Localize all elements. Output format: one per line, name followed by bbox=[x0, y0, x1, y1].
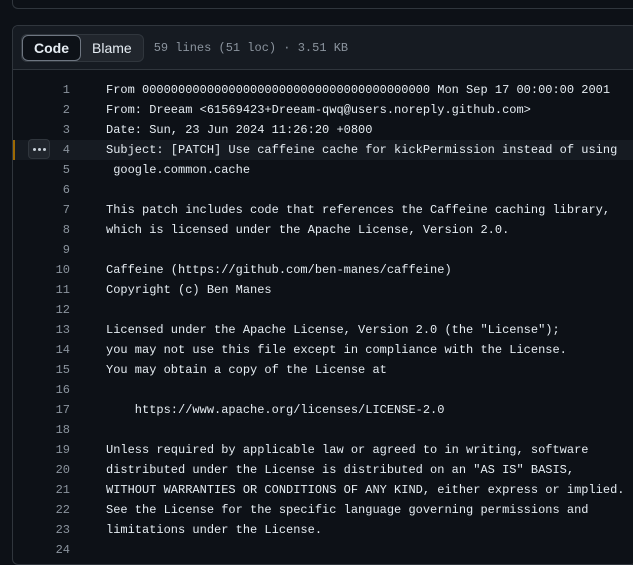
line-number[interactable]: 13 bbox=[13, 320, 70, 340]
line-content: Date: Sun, 23 Jun 2024 11:26:20 +0800 bbox=[106, 123, 373, 137]
line-number[interactable]: 2 bbox=[13, 100, 70, 120]
line-number[interactable]: 6 bbox=[13, 180, 70, 200]
line-content: which is licensed under the Apache Licen… bbox=[106, 223, 510, 237]
line-content: From: Dreeam <61569423+Dreeam-qwq@users.… bbox=[106, 103, 531, 117]
code-line: 13 Licensed under the Apache License, Ver… bbox=[13, 320, 633, 340]
kebab-horizontal-icon[interactable] bbox=[28, 139, 50, 159]
line-number[interactable]: 14 bbox=[13, 340, 70, 360]
line-number[interactable]: 12 bbox=[13, 300, 70, 320]
line-content: https://www.apache.org/licenses/LICENSE-… bbox=[106, 403, 445, 417]
code-line: 22 See the License for the specific langu… bbox=[13, 500, 633, 520]
line-number[interactable]: 3 bbox=[13, 120, 70, 140]
line-content: WITHOUT WARRANTIES OR CONDITIONS OF ANY … bbox=[106, 483, 625, 497]
line-number[interactable]: 10 bbox=[13, 260, 70, 280]
code-line: 8 which is licensed under the Apache Lice… bbox=[13, 220, 633, 240]
kebab-dot bbox=[37, 147, 41, 151]
code-line: 11 Copyright (c) Ben Manes bbox=[13, 280, 633, 300]
line-content: Licensed under the Apache License, Versi… bbox=[106, 323, 560, 337]
file-meta: 59 lines (51 loc) · 3.51 KB bbox=[153, 40, 349, 55]
line-content: You may obtain a copy of the License at bbox=[106, 363, 387, 377]
code-line: 3 Date: Sun, 23 Jun 2024 11:26:20 +0800 bbox=[13, 120, 633, 140]
code-line: 19 Unless required by applicable law or a… bbox=[13, 440, 633, 460]
blame-tab[interactable]: Blame bbox=[81, 35, 143, 61]
line-content: limitations under the License. bbox=[106, 523, 323, 537]
code-line: 16 bbox=[13, 380, 633, 400]
code-line: 6 bbox=[13, 180, 633, 200]
code-line: 15 You may obtain a copy of the License a… bbox=[13, 360, 633, 380]
code-line: 9 bbox=[13, 240, 633, 260]
previous-panel-edge bbox=[12, 0, 633, 9]
line-number[interactable]: 1 bbox=[13, 80, 70, 100]
line-number[interactable]: 22 bbox=[13, 500, 70, 520]
code-line: 10 Caffeine (https://github.com/ben-manes… bbox=[13, 260, 633, 280]
line-content: Caffeine (https://github.com/ben-manes/c… bbox=[106, 263, 452, 277]
line-content: Copyright (c) Ben Manes bbox=[106, 283, 272, 297]
code-line: 21 WITHOUT WARRANTIES OR CONDITIONS OF AN… bbox=[13, 480, 633, 500]
line-content: google.common.cache bbox=[106, 163, 251, 177]
line-content: From 00000000000000000000000000000000000… bbox=[106, 83, 611, 97]
line-number[interactable]: 9 bbox=[13, 240, 70, 260]
line-number[interactable]: 21 bbox=[13, 480, 70, 500]
code-line: 12 bbox=[13, 300, 633, 320]
code-line: 7 This patch includes code that reference… bbox=[13, 200, 633, 220]
code-line: 20 distributed under the License is distr… bbox=[13, 460, 633, 480]
line-number[interactable]: 5 bbox=[13, 160, 70, 180]
line-number[interactable]: 8 bbox=[13, 220, 70, 240]
code-line: 17 https://www.apache.org/licenses/LICEN… bbox=[13, 400, 633, 420]
code-line: 23 limitations under the License. bbox=[13, 520, 633, 540]
line-number[interactable]: 17 bbox=[13, 400, 70, 420]
kebab-dot bbox=[42, 147, 46, 151]
code-line: 18 bbox=[13, 420, 633, 440]
file-viewer: Code Blame 59 lines (51 loc) · 3.51 KB 1… bbox=[12, 25, 633, 565]
line-number[interactable]: 11 bbox=[13, 280, 70, 300]
code-listing: 1 From 0000000000000000000000000000000000… bbox=[13, 70, 633, 560]
line-content: distributed under the License is distrib… bbox=[106, 463, 575, 477]
code-line: 2 From: Dreeam <61569423+Dreeam-qwq@users… bbox=[13, 100, 633, 120]
line-number[interactable]: 19 bbox=[13, 440, 70, 460]
code-line: 24 bbox=[13, 540, 633, 560]
line-number[interactable]: 18 bbox=[13, 420, 70, 440]
line-number[interactable]: 20 bbox=[13, 460, 70, 480]
line-number[interactable]: 16 bbox=[13, 380, 70, 400]
line-content: Unless required by applicable law or agr… bbox=[106, 443, 589, 457]
line-content: See the License for the specific languag… bbox=[106, 503, 589, 517]
view-mode-toggle: Code Blame bbox=[21, 33, 144, 62]
line-content: This patch includes code that references… bbox=[106, 203, 611, 217]
line-content: you may not use this file except in comp… bbox=[106, 343, 567, 357]
code-line: 5 google.common.cache bbox=[13, 160, 633, 180]
file-header: Code Blame 59 lines (51 loc) · 3.51 KB bbox=[13, 26, 633, 70]
line-number[interactable]: 15 bbox=[13, 360, 70, 380]
line-number[interactable]: 23 bbox=[13, 520, 70, 540]
line-content: Subject: [PATCH] Use caffeine cache for … bbox=[106, 143, 618, 157]
line-number[interactable]: 24 bbox=[13, 540, 70, 560]
code-tab[interactable]: Code bbox=[22, 34, 81, 61]
code-line: 4 Subject: [PATCH] Use caffeine cache for… bbox=[13, 139, 633, 160]
code-line: 14 you may not use this file except in co… bbox=[13, 340, 633, 360]
kebab-dot bbox=[32, 147, 36, 151]
code-line: 1 From 0000000000000000000000000000000000… bbox=[13, 80, 633, 100]
line-number[interactable]: 7 bbox=[13, 200, 70, 220]
